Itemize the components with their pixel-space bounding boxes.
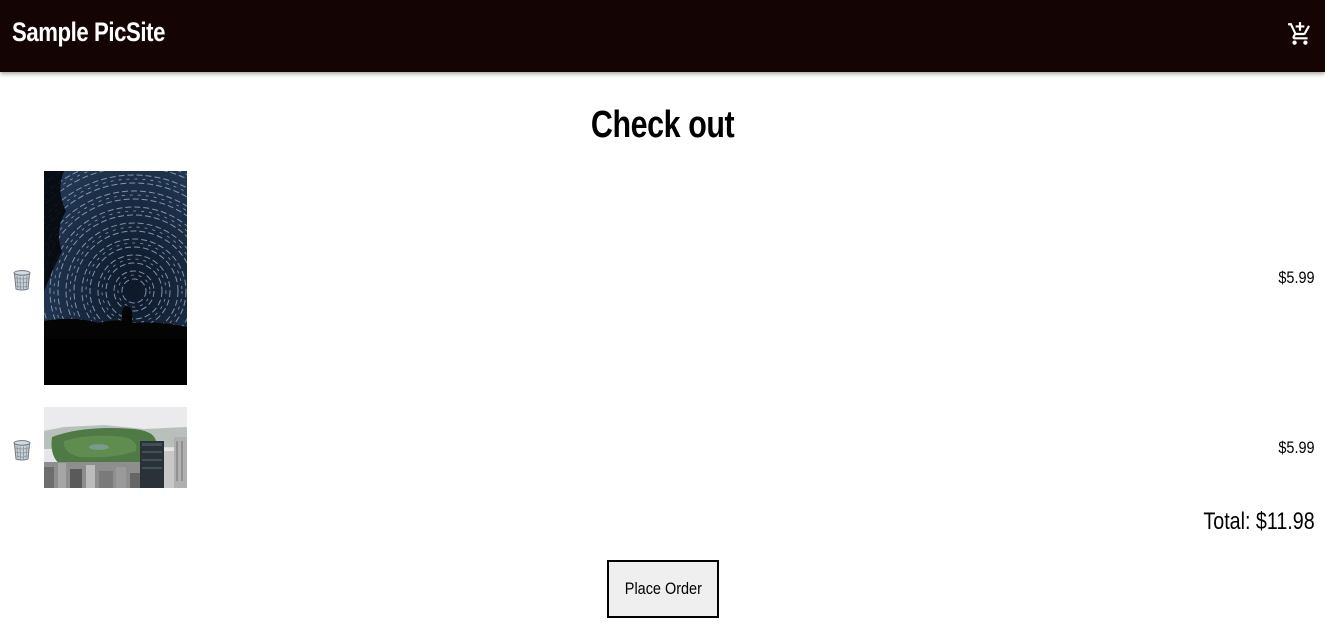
page-title-text: Check out	[590, 104, 735, 146]
order-total: Total: $11.98	[1203, 508, 1315, 535]
item-price: $5.99	[1278, 438, 1315, 457]
item-thumbnail	[44, 171, 187, 385]
cart-item: $5.99	[0, 407, 1325, 488]
trash-icon	[13, 440, 31, 461]
trash-icon	[13, 270, 31, 291]
remove-item-button[interactable]	[12, 439, 32, 461]
place-order-button[interactable]: Place Order	[607, 560, 719, 618]
place-order-label: Place Order	[624, 579, 702, 598]
page-title: Check out	[0, 104, 1325, 147]
remove-item-button[interactable]	[12, 269, 32, 291]
cart-plus-icon	[1288, 22, 1310, 45]
top-navbar: Sample PicSite	[0, 0, 1325, 72]
item-price: $5.99	[1278, 268, 1315, 287]
item-thumbnail	[44, 407, 187, 488]
cart-item: $5.99	[0, 171, 1325, 385]
central-park-photo	[44, 407, 187, 488]
star-trails-photo	[44, 171, 187, 385]
cart-button[interactable]	[1287, 21, 1313, 47]
site-brand[interactable]: Sample PicSite	[12, 17, 165, 48]
